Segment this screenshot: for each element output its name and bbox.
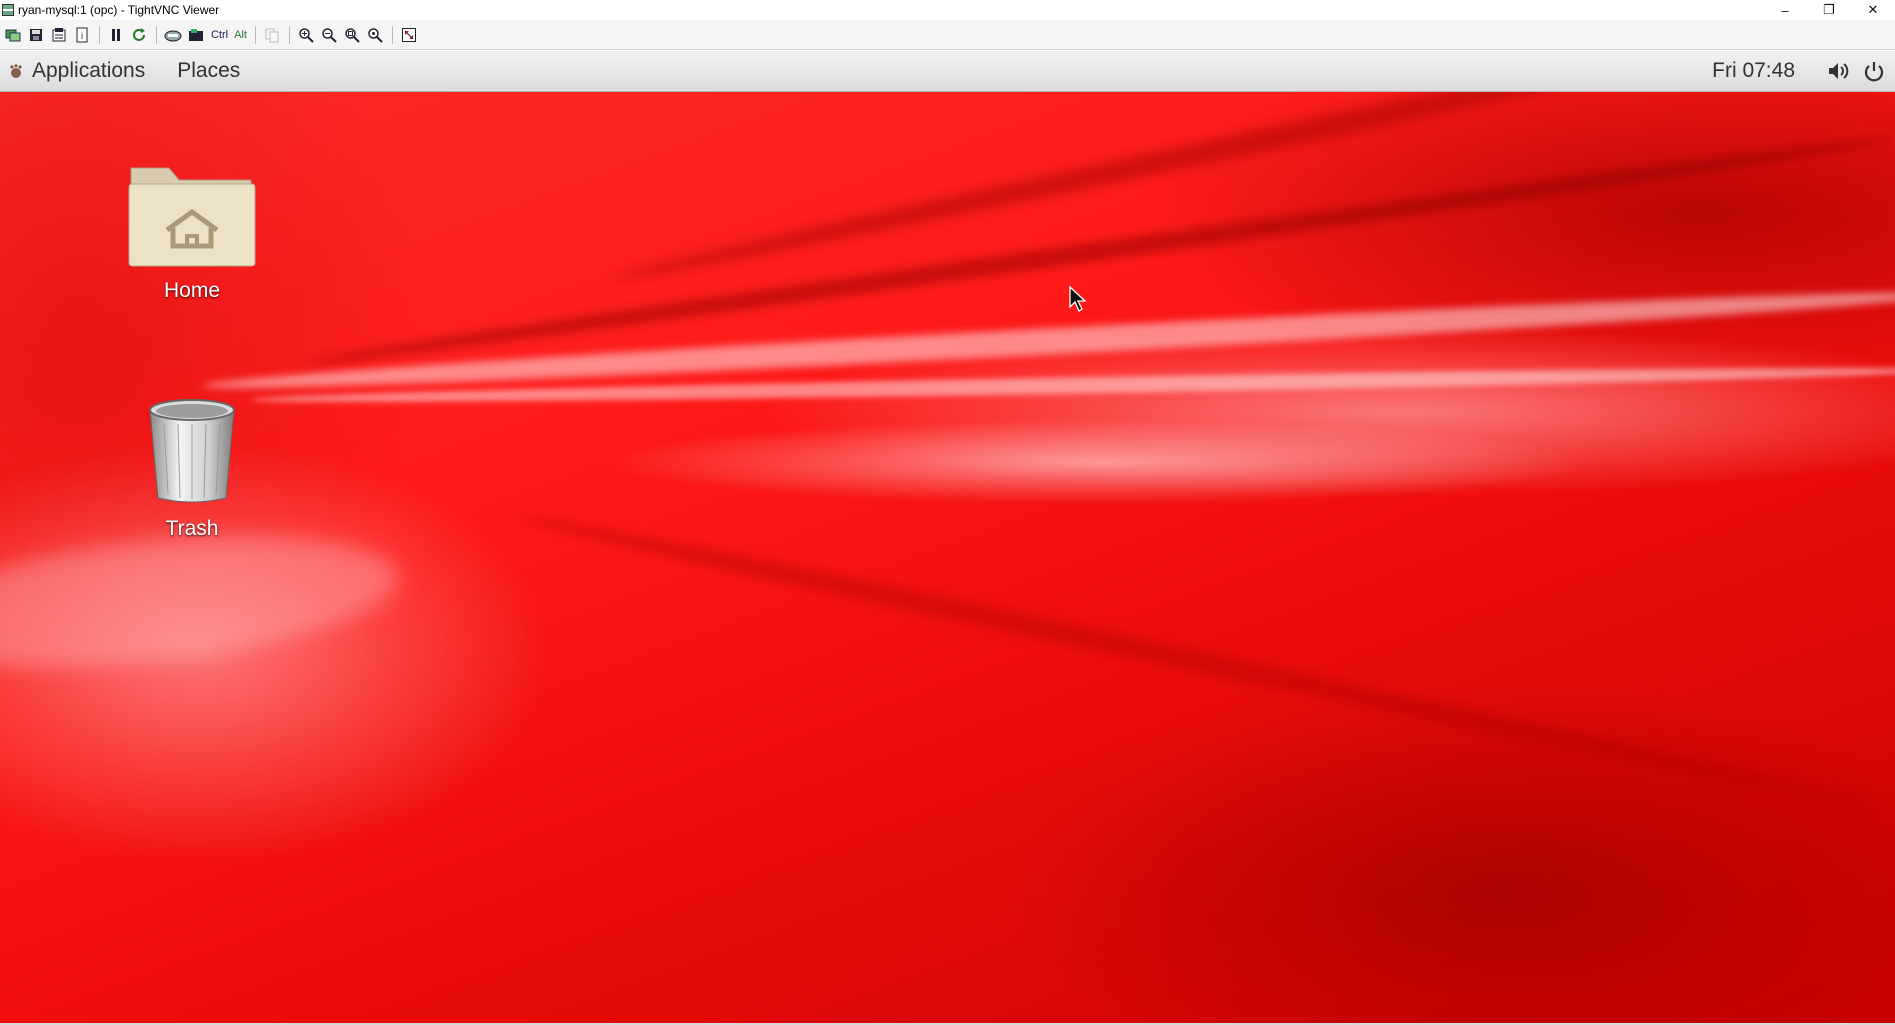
transfer-files-icon[interactable] xyxy=(261,24,283,46)
trash-icon-label: Trash xyxy=(165,517,219,540)
panel-status-area: Fri 07:48 xyxy=(1712,51,1895,91)
pause-icon[interactable] xyxy=(105,24,127,46)
tightvnc-app-icon xyxy=(2,4,14,16)
zoom-fit-icon[interactable] xyxy=(364,24,386,46)
wallpaper-streak xyxy=(200,281,1895,399)
wallpaper-streak xyxy=(0,516,405,688)
zoom-in-icon[interactable] xyxy=(295,24,317,46)
wallpaper-streak xyxy=(611,92,1889,289)
trash-desktop-icon[interactable]: Trash xyxy=(112,394,272,541)
toolbar-separator xyxy=(254,25,256,44)
refresh-icon[interactable] xyxy=(128,24,150,46)
toolbar-separator xyxy=(391,25,393,44)
restore-button[interactable]: ❐ xyxy=(1807,0,1851,20)
window-title: ryan-mysql:1 (opc) - TightVNC Viewer xyxy=(18,3,220,17)
home-desktop-icon[interactable]: Home xyxy=(112,160,272,303)
ctrl-key-button[interactable]: Ctrl xyxy=(208,24,231,46)
applications-menu[interactable]: Applications xyxy=(32,59,145,83)
close-button[interactable]: ✕ xyxy=(1851,0,1895,20)
toolbar-separator xyxy=(99,25,100,44)
home-folder-icon xyxy=(127,160,257,273)
wallpaper-streak xyxy=(513,506,1887,818)
gnome-top-panel: Applications Places Fri 07:48 xyxy=(0,51,1895,92)
fullscreen-icon[interactable] xyxy=(398,24,420,46)
places-menu[interactable]: Places xyxy=(177,59,240,83)
alt-key-button[interactable]: Alt xyxy=(231,24,250,46)
mouse-pointer-icon xyxy=(1068,285,1088,318)
zoom-100-icon[interactable] xyxy=(341,24,363,46)
wallpaper-streak xyxy=(306,130,1894,372)
wallpaper-streak xyxy=(249,362,1895,408)
minimize-button[interactable]: – xyxy=(1763,0,1807,20)
svg-text:i: i xyxy=(81,31,83,41)
options-icon[interactable] xyxy=(48,24,70,46)
ctrl-esc-icon[interactable] xyxy=(185,24,207,46)
home-icon-label: Home xyxy=(163,279,221,302)
clock[interactable]: Fri 07:48 xyxy=(1712,59,1795,83)
toolbar-separator xyxy=(156,25,157,44)
volume-icon[interactable] xyxy=(1823,51,1853,91)
window-titlebar[interactable]: ryan-mysql:1 (opc) - TightVNC Viewer – ❐… xyxy=(0,0,1895,20)
vnc-toolbar: i Ctrl Alt xyxy=(0,20,1895,50)
zoom-out-icon[interactable] xyxy=(318,24,340,46)
window-controls: – ❐ ✕ xyxy=(1763,0,1895,20)
desktop-background[interactable]: Home Trash xyxy=(0,92,1895,1023)
ctrl-alt-del-icon[interactable] xyxy=(162,24,184,46)
info-icon[interactable]: i xyxy=(71,24,93,46)
new-connection-icon[interactable] xyxy=(2,24,24,46)
save-icon[interactable] xyxy=(25,24,47,46)
toolbar-separator xyxy=(288,25,290,44)
power-icon[interactable] xyxy=(1859,51,1889,91)
gnome-foot-icon xyxy=(8,63,24,79)
trash-icon xyxy=(142,394,242,511)
